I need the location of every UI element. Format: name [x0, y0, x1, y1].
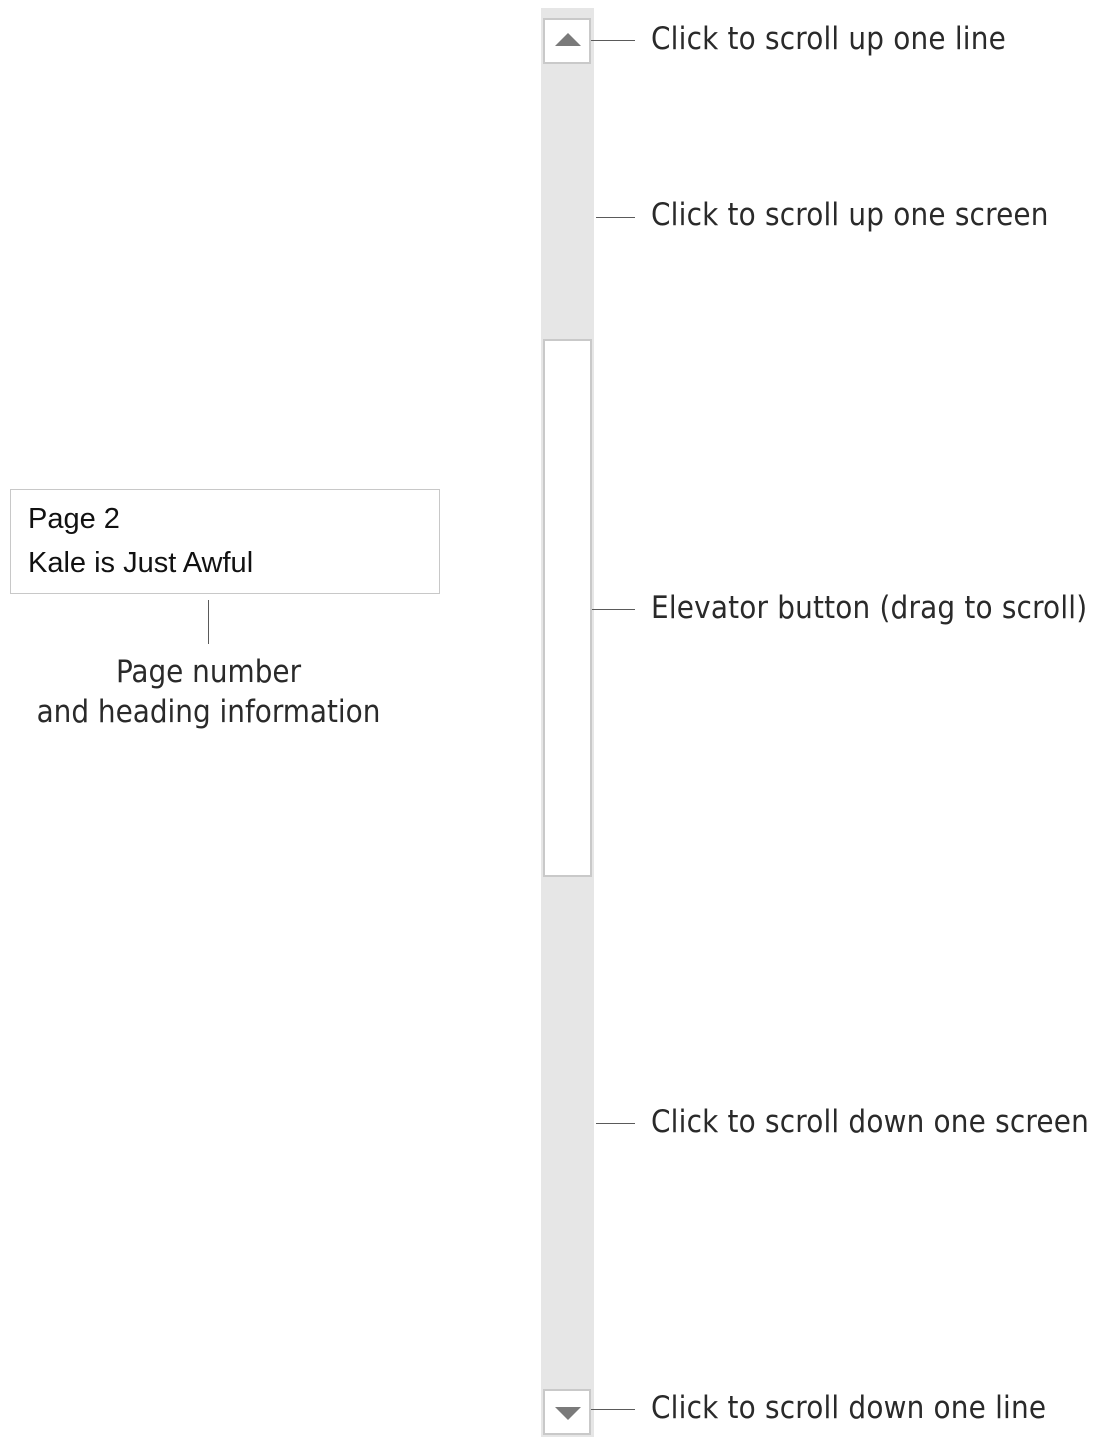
- tooltip-heading: Kale is Just Awful: [28, 547, 254, 579]
- scroll-up-button[interactable]: [543, 18, 591, 64]
- page-tooltip: Page 2 Kale is Just Awful: [10, 489, 440, 594]
- scroll-down-button[interactable]: [543, 1389, 591, 1435]
- elevator-button[interactable]: [543, 339, 592, 877]
- leader-line-elevator: [592, 609, 635, 610]
- tooltip-leader-line: [208, 600, 209, 644]
- tooltip-caption: Page number and heading information: [10, 652, 407, 732]
- leader-line-down-line: [591, 1409, 635, 1410]
- callout-scroll-up-line: Click to scroll up one line: [651, 21, 1006, 57]
- arrow-down-icon: [555, 1407, 581, 1420]
- callout-scroll-up-screen: Click to scroll up one screen: [651, 197, 1049, 233]
- tooltip-caption-line1: Page number: [115, 654, 302, 690]
- leader-line-up-screen: [596, 217, 635, 218]
- tooltip-page-number: Page 2: [28, 503, 120, 535]
- tooltip-caption-line2: and heading information: [36, 694, 381, 730]
- callout-elevator-button: Elevator button (drag to scroll): [651, 590, 1088, 626]
- leader-line-up-line: [591, 40, 635, 41]
- callout-scroll-down-screen: Click to scroll down one screen: [651, 1104, 1089, 1140]
- callout-scroll-down-line: Click to scroll down one line: [651, 1390, 1047, 1426]
- arrow-up-icon: [555, 33, 581, 46]
- leader-line-down-screen: [596, 1123, 635, 1124]
